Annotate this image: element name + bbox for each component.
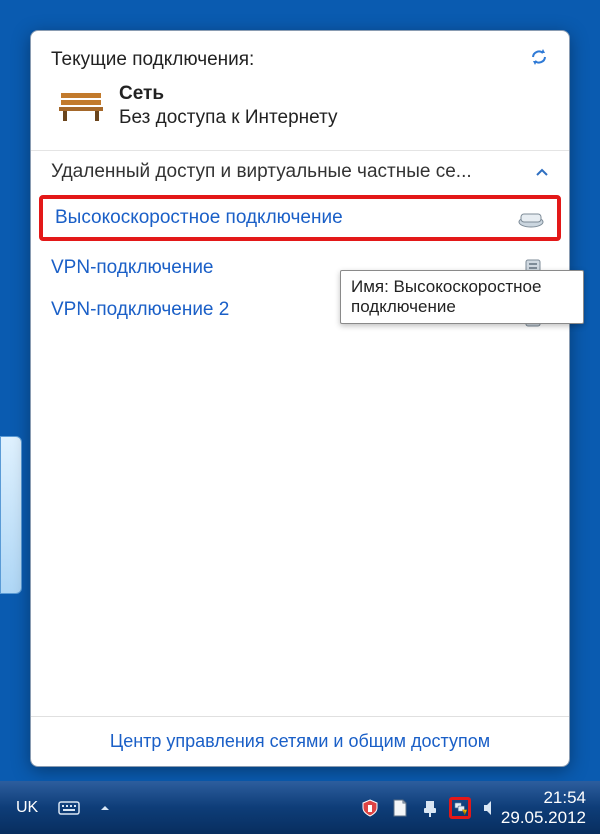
modem-icon — [517, 208, 545, 228]
flyout-header: Текущие подключения: — [31, 31, 569, 144]
flyout-footer: Центр управления сетями и общим доступом — [31, 716, 569, 766]
volume-icon[interactable] — [479, 797, 501, 819]
network-sharing-center-link[interactable]: Центр управления сетями и общим доступом — [110, 731, 490, 751]
chevron-up-icon — [535, 164, 549, 180]
refresh-icon[interactable] — [529, 47, 549, 72]
clock-time: 21:54 — [501, 788, 586, 808]
keyboard-icon[interactable] — [58, 797, 80, 819]
security-shield-icon[interactable] — [359, 797, 381, 819]
connection-tooltip: Имя: Высокоскоростное подключение — [340, 270, 584, 324]
power-icon[interactable] — [419, 797, 441, 819]
section-title: Удаленный доступ и виртуальные частные с… — [51, 161, 472, 183]
clock-date: 29.05.2012 — [501, 808, 586, 828]
network-name: Сеть — [119, 82, 338, 106]
clock[interactable]: 21:54 29.05.2012 — [501, 788, 590, 827]
language-indicator[interactable]: UK — [10, 797, 44, 819]
network-tray-icon[interactable] — [449, 797, 471, 819]
connection-label: VPN-подключение 2 — [51, 299, 229, 321]
taskbar: UK 21:54 — [0, 781, 600, 834]
show-hidden-icons[interactable] — [94, 797, 116, 819]
tooltip-text: Имя: Высокоскоростное подключение — [351, 277, 541, 316]
connection-item-broadband[interactable]: Высокоскоростное подключение — [39, 195, 561, 241]
network-status: Без доступа к Интернету — [119, 106, 338, 130]
connection-label: Высокоскоростное подключение — [55, 207, 343, 229]
connection-label: VPN-подключение — [51, 257, 214, 279]
background-window-edge — [0, 436, 22, 594]
action-center-icon[interactable] — [389, 797, 411, 819]
active-network-block[interactable]: Сеть Без доступа к Интернету — [51, 82, 549, 130]
current-connections-title: Текущие подключения: — [51, 49, 254, 71]
dialup-vpn-section-header[interactable]: Удаленный доступ и виртуальные частные с… — [31, 151, 569, 193]
network-flyout: Текущие подключения: — [30, 30, 570, 767]
park-bench-icon — [57, 89, 105, 123]
